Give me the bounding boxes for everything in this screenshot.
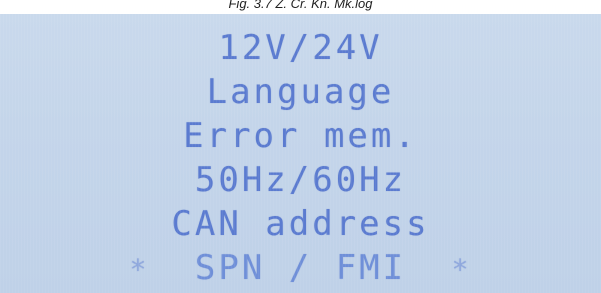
menu-item-frequency[interactable]: 50Hz/60Hz (0, 158, 601, 202)
page: Fig. 3.7 Z. Cr. Kn. Mk.log 12V/24V Langu… (0, 0, 601, 293)
selection-marker-right: * (451, 253, 472, 286)
menu-item-label: 12V/24V (218, 28, 383, 68)
menu-item-label: Language (206, 72, 395, 112)
menu-item-label: 50Hz/60Hz (194, 160, 407, 200)
menu-item-error-memory[interactable]: Error mem. (0, 114, 601, 158)
menu-item-can-address[interactable]: CAN address (0, 202, 601, 246)
menu-item-label: CAN address (171, 204, 430, 244)
lcd-menu: 12V/24V Language Error mem. 50Hz/60Hz CA… (0, 26, 601, 290)
menu-item-spn-fmi[interactable]: * SPN / FMI * (0, 246, 601, 290)
menu-item-label: Error mem. (183, 116, 418, 156)
figure-caption: Fig. 3.7 Z. Cr. Kn. Mk.log (228, 0, 373, 11)
menu-item-label: SPN / FMI (194, 248, 407, 288)
menu-item-language[interactable]: Language (0, 70, 601, 114)
menu-item-voltage[interactable]: 12V/24V (0, 26, 601, 70)
selection-marker-left: * (129, 253, 150, 286)
lcd-display: 12V/24V Language Error mem. 50Hz/60Hz CA… (0, 14, 601, 293)
